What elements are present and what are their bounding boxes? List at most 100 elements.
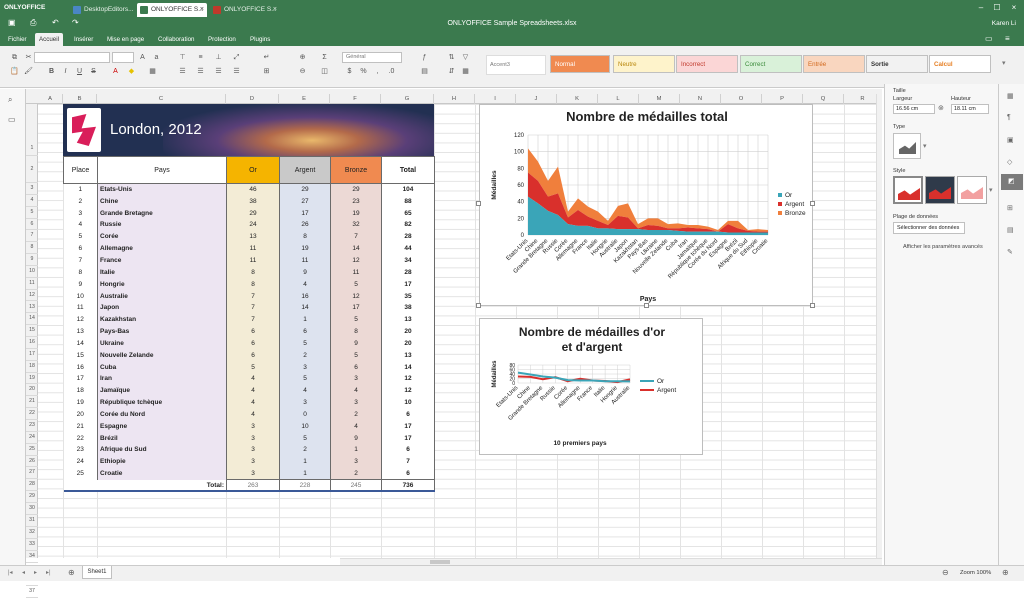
cell-pays[interactable]: Pays-Bas (97, 325, 227, 338)
cell-or[interactable]: 8 (226, 278, 280, 291)
cell-bronze[interactable]: 5 (330, 349, 382, 362)
quick-access-icon[interactable]: ≡ (1005, 34, 1010, 43)
cell-argent[interactable]: 14 (279, 301, 331, 314)
cut-icon[interactable]: ✂ (24, 53, 33, 62)
add-sheet-icon[interactable]: ⊕ (68, 568, 75, 577)
cell-pays[interactable]: Chine (97, 195, 227, 208)
vertical-scrollbar[interactable] (876, 94, 882, 558)
menu-inserer[interactable]: Insérer (70, 33, 97, 46)
align-middle-icon[interactable]: ≡ (196, 53, 205, 62)
cell-total[interactable]: 14 (381, 361, 435, 373)
cell-bronze[interactable]: 12 (330, 254, 382, 267)
cell-or[interactable]: 4 (226, 396, 280, 409)
cell-total[interactable]: 6 (381, 467, 435, 480)
row-header[interactable]: 17 (26, 349, 38, 361)
cell-or[interactable]: 4 (226, 373, 280, 385)
style-neutre[interactable]: Neutre (613, 55, 675, 73)
row-header[interactable]: 31 (26, 515, 38, 527)
cell-argent[interactable]: 4 (279, 278, 331, 291)
cell-pays[interactable]: Iran (97, 373, 227, 385)
cell-bronze[interactable]: 17 (330, 301, 382, 314)
percent-icon[interactable]: % (359, 67, 368, 76)
cell-place[interactable]: 24 (63, 455, 98, 468)
cell-bronze[interactable]: 5 (330, 313, 382, 326)
cell-total[interactable]: 28 (381, 266, 435, 279)
italic-icon[interactable]: I (61, 67, 70, 76)
row-header[interactable]: 30 (26, 503, 38, 515)
resize-handle[interactable] (476, 303, 481, 308)
cell-or[interactable]: 24 (226, 219, 280, 231)
image-icon[interactable]: ▣ (1007, 136, 1014, 144)
cell-argent[interactable]: 5 (279, 337, 331, 350)
col-header[interactable]: J (516, 94, 557, 104)
font-size-up-icon[interactable]: A (138, 53, 147, 62)
currency-icon[interactable]: $ (345, 67, 354, 76)
justify-icon[interactable]: ☰ (232, 67, 241, 76)
sort-desc-icon[interactable]: ⇵ (447, 67, 456, 76)
row-header[interactable]: 18 (26, 361, 38, 373)
cell-total[interactable]: 7 (381, 455, 435, 468)
row-header[interactable]: 6 (26, 219, 38, 231)
tab-spreadsheet-2[interactable]: ONLYOFFICE S... × (210, 3, 280, 17)
row-header[interactable]: 14 (26, 313, 38, 326)
last-sheet-icon[interactable]: ▸| (46, 569, 51, 576)
row-header[interactable]: 21 (26, 396, 38, 409)
cell-or[interactable]: 4 (226, 384, 280, 397)
row-header[interactable]: 13 (26, 302, 38, 314)
cell-or[interactable]: 7 (226, 301, 280, 314)
comments-icon[interactable]: ▭ (8, 115, 16, 124)
cell-total[interactable]: 12 (381, 373, 435, 385)
resize-handle[interactable] (810, 201, 815, 206)
cell-total[interactable]: 65 (381, 207, 435, 220)
row-header[interactable]: 19 (26, 373, 38, 385)
horizontal-scrollbar[interactable] (340, 558, 882, 565)
cell-argent[interactable]: 16 (279, 290, 331, 302)
borders-icon[interactable]: ▦ (148, 67, 157, 76)
cell-total[interactable]: 34 (381, 254, 435, 267)
cell-total[interactable]: 17 (381, 278, 435, 291)
font-size-down-icon[interactable]: a (152, 53, 161, 62)
format-painter-icon[interactable]: 🖌 (24, 67, 33, 76)
cell-or[interactable]: 29 (226, 207, 280, 220)
chart-style-3[interactable] (957, 176, 987, 204)
cell-total[interactable]: 6 (381, 444, 435, 456)
col-header[interactable]: G (381, 94, 434, 104)
cell-bronze[interactable]: 7 (330, 230, 382, 243)
cell-total[interactable]: 20 (381, 325, 435, 338)
cell-pays[interactable]: Russie (97, 219, 227, 231)
cell-pays[interactable]: Jamaïque (97, 384, 227, 397)
cell-bronze[interactable]: 1 (330, 444, 382, 456)
cell-pays[interactable]: Brézil (97, 432, 227, 445)
row-header[interactable]: 27 (26, 467, 38, 480)
cell-total-sum[interactable]: 228 (279, 479, 331, 493)
close-icon[interactable]: × (200, 3, 204, 17)
col-header[interactable]: C (97, 94, 226, 104)
cell-place[interactable]: 14 (63, 337, 98, 350)
row-header[interactable]: 33 (26, 539, 38, 551)
zoom-out-icon[interactable]: ⊖ (942, 568, 949, 577)
cell-pays[interactable]: Allemagne (97, 242, 227, 255)
select-data-button[interactable]: Sélectionner des données (893, 222, 965, 234)
tab-spreadsheet-active[interactable]: ONLYOFFICE S... × (137, 3, 207, 17)
col-header[interactable]: E (279, 94, 330, 104)
cell-argent[interactable]: 5 (279, 432, 331, 445)
cell-bronze[interactable]: 29 (330, 183, 382, 196)
header-or[interactable]: Or (226, 156, 280, 184)
cell-total[interactable]: 44 (381, 242, 435, 255)
cell-or[interactable]: 11 (226, 242, 280, 255)
cell-argent[interactable]: 17 (279, 207, 331, 220)
cell-total-sum[interactable]: 736 (381, 479, 435, 493)
row-header[interactable]: 5 (26, 207, 38, 219)
cell-bronze[interactable]: 5 (330, 278, 382, 291)
cell-total[interactable]: 20 (381, 337, 435, 350)
first-sheet-icon[interactable]: |◂ (8, 569, 13, 576)
row-header[interactable]: 2 (26, 156, 38, 183)
row-header[interactable]: 11 (26, 278, 38, 290)
cell-or[interactable]: 7 (226, 290, 280, 302)
resize-handle[interactable] (644, 303, 649, 308)
cell-pays[interactable]: Etats-Unis (97, 183, 227, 196)
header-bronze[interactable]: Bronze (330, 156, 382, 184)
row-header[interactable]: 16 (26, 337, 38, 349)
cell-bronze[interactable]: 9 (330, 432, 382, 445)
row-header[interactable]: 29 (26, 491, 38, 504)
